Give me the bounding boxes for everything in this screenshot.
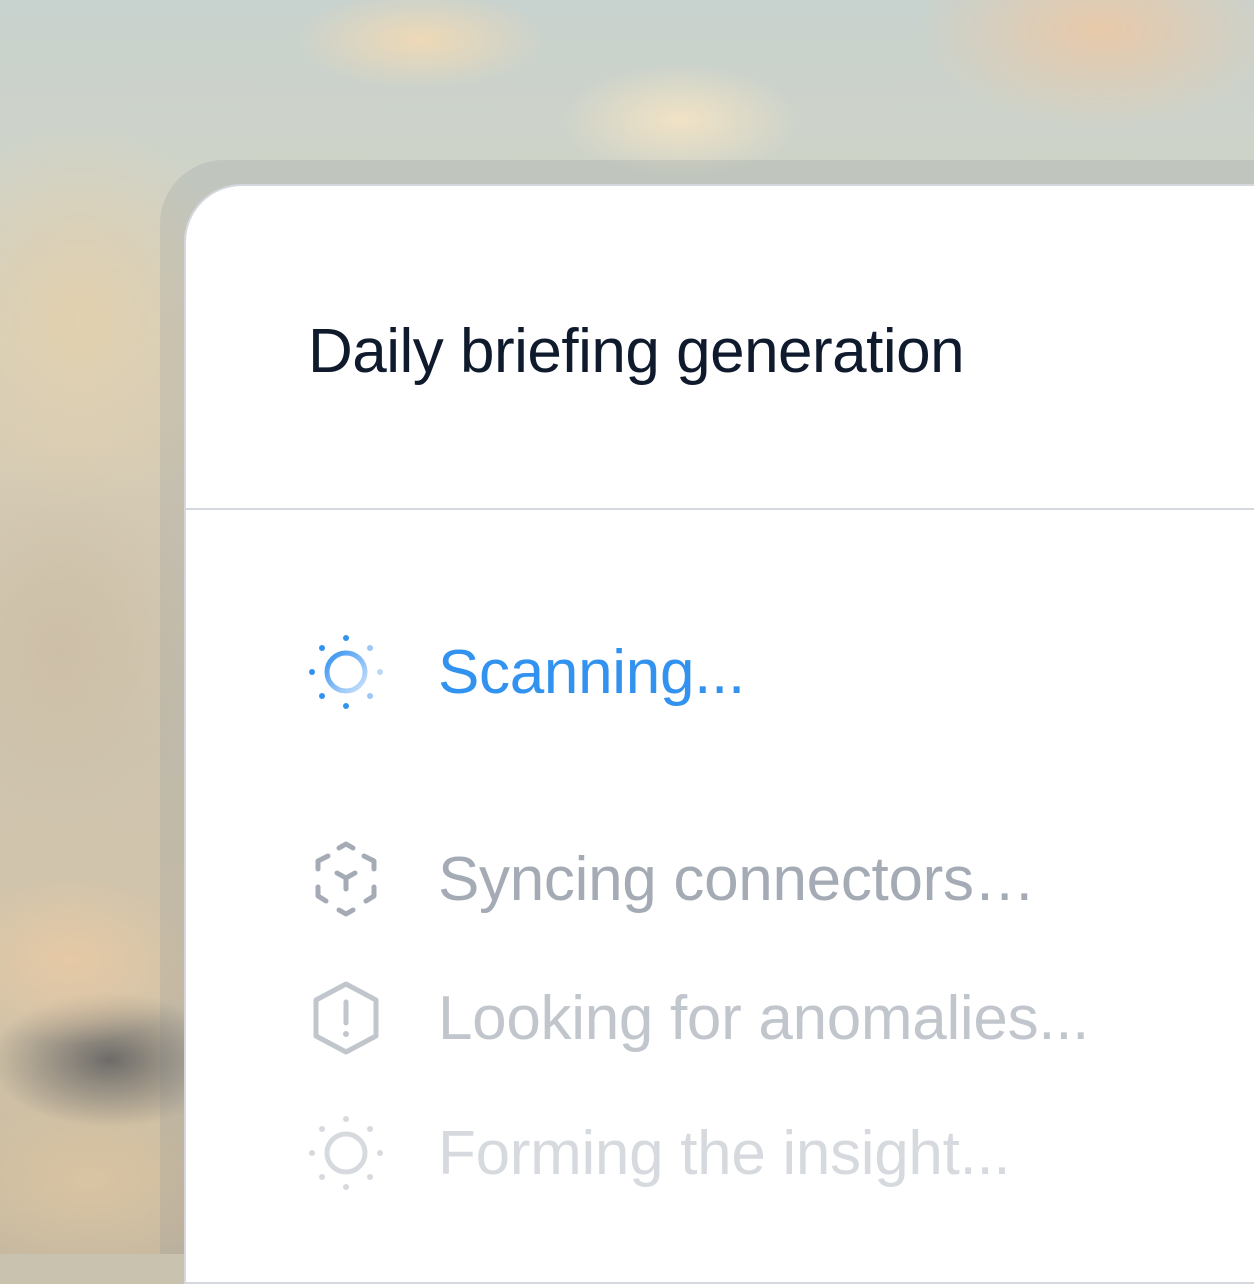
- scanning-spinner-icon: [306, 632, 386, 712]
- step-label: Forming the insight...: [438, 1118, 1011, 1188]
- sun-spinner-icon: [306, 1113, 386, 1193]
- card-title: Daily briefing generation: [308, 317, 965, 386]
- step-looking-for-anomalies: Looking for anomalies...: [306, 973, 1089, 1063]
- step-label: Scanning...: [438, 637, 745, 707]
- step-label: Syncing connectors…: [438, 844, 1036, 914]
- briefing-card: Daily briefing generation Scanning... Sy…: [184, 184, 1254, 1284]
- step-scanning: Scanning...: [306, 627, 745, 717]
- step-label: Looking for anomalies...: [438, 983, 1090, 1053]
- step-syncing-connectors: Syncing connectors…: [306, 834, 1036, 924]
- card-header: Daily briefing generation: [186, 186, 1254, 510]
- alert-hexagon-icon: [306, 978, 386, 1058]
- sync-cube-icon: [306, 839, 386, 919]
- step-forming-insight: Forming the insight...: [306, 1108, 1011, 1198]
